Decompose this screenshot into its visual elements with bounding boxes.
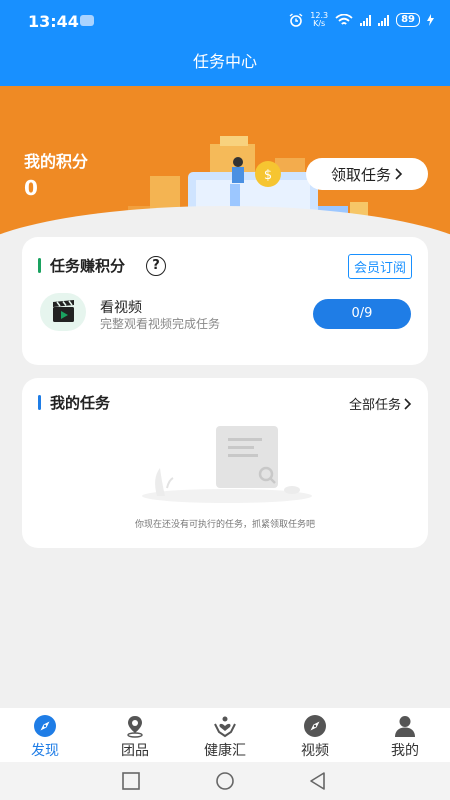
claim-task-label: 领取任务 [330, 165, 391, 184]
all-tasks-link[interactable]: 全部任务 [349, 394, 412, 413]
battery-icon: 89 [396, 13, 420, 27]
task-progress-button[interactable]: 0/9 [313, 299, 411, 329]
nav-bar: 任务中心 [0, 40, 450, 86]
chevron-right-icon [395, 168, 403, 180]
network-speed: 12.3 K/s [310, 12, 328, 28]
recent-apps-icon[interactable] [121, 771, 141, 791]
vip-subscribe-button[interactable]: 会员订阅 [347, 254, 412, 279]
points-value: 0 [24, 176, 38, 200]
tab-health[interactable]: 健康汇 [180, 708, 270, 762]
user-icon [395, 716, 415, 737]
empty-tasks-message: 你现在还没有可执行的任务，抓紧领取任务吧 [134, 520, 315, 530]
signal-icon [378, 14, 390, 26]
svg-text:$: $ [264, 168, 272, 183]
clapperboard-icon [53, 300, 74, 322]
my-tasks-card: 我的任务 全部任务 你现在还没有可执行的任务，抓紧领取任务吧 [22, 378, 428, 548]
video-task-icon [40, 293, 86, 331]
system-navigation-bar [0, 762, 450, 800]
chevron-right-icon [404, 397, 412, 410]
banner-illustration: $ [128, 136, 368, 246]
tab-group-products[interactable]: 团品 [90, 708, 180, 762]
tab-mine[interactable]: 我的 [360, 708, 450, 762]
page-title: 任务中心 [192, 52, 257, 71]
alarm-icon [289, 13, 303, 27]
empty-tasks-illustration [142, 426, 312, 503]
my-tasks-title: 我的任务 [50, 394, 111, 412]
status-time: 13:44 [28, 12, 79, 31]
task-description: 完整观看视频完成任务 [100, 317, 221, 331]
status-indicators: 12.3 K/s 89 [289, 10, 434, 30]
compass-icon [304, 715, 326, 737]
title-accent-bar [38, 258, 41, 273]
wifi-icon [335, 13, 353, 25]
home-icon[interactable] [215, 771, 235, 791]
help-icon[interactable]: ? [146, 256, 166, 276]
back-icon[interactable] [308, 771, 328, 791]
bottom-tab-bar: 发现 团品 健康汇 视频 我的 [0, 708, 450, 762]
status-bar: 13:44 12.3 K/s 89 [0, 0, 450, 40]
tab-label: 视频 [301, 743, 329, 759]
location-pin-icon [127, 716, 143, 738]
tab-video[interactable]: 视频 [270, 708, 360, 762]
tab-label: 发现 [31, 743, 59, 759]
title-accent-bar [38, 395, 41, 410]
compass-icon [34, 715, 56, 737]
tab-label: 健康汇 [204, 743, 246, 759]
signal-icon [360, 14, 372, 26]
tab-label: 我的 [391, 743, 419, 759]
earn-points-title: 任务赚积分 [50, 257, 126, 275]
points-label: 我的积分 [24, 152, 89, 171]
all-tasks-label: 全部任务 [348, 398, 401, 413]
task-name: 看视频 [100, 300, 142, 316]
usb-icon [80, 15, 94, 26]
tab-label: 团品 [121, 743, 149, 759]
heart-hands-icon [214, 716, 236, 738]
earn-points-card: 任务赚积分 ? 会员订阅 看视频 完整观看视频完成任务 0/9 [22, 237, 428, 365]
tab-discover[interactable]: 发现 [0, 708, 90, 762]
network-speed-unit: K/s [313, 19, 326, 28]
claim-task-button[interactable]: 领取任务 [306, 158, 428, 190]
charging-icon [427, 14, 434, 26]
points-banner: 我的积分 0 $ 领取任务 [0, 86, 450, 256]
